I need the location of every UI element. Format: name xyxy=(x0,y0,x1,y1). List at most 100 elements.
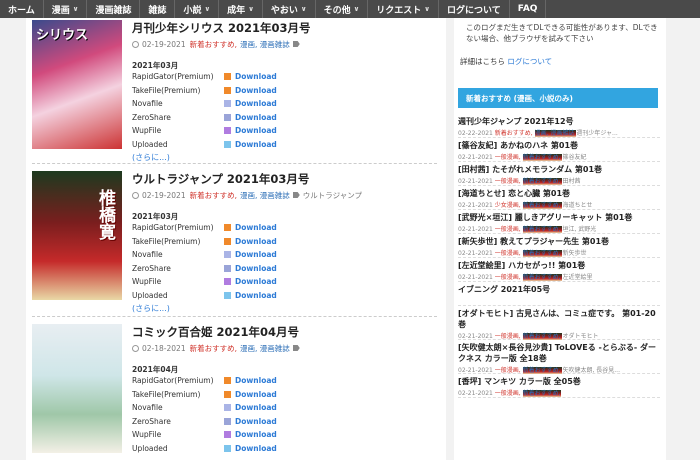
category-link[interactable]: 少女漫画, xyxy=(495,202,523,209)
post-cover-image[interactable]: シリウス xyxy=(32,20,122,149)
sidebar-list-item[interactable]: [新矢歩世] 教えてプラジャー先生 第01巻 02-21-2021 一般漫画, 新… xyxy=(458,234,660,258)
post-title[interactable]: ウルトラジャンプ 2021年03月号 xyxy=(132,171,442,187)
sidebar-list-item[interactable]: イブニング 2021年05号 xyxy=(458,282,660,306)
nav-item[interactable]: やおい ∨ xyxy=(263,0,316,18)
nav-item[interactable]: FAQ xyxy=(510,0,547,18)
download-icon xyxy=(224,377,231,385)
sidebar-item-date: 02-21-2021 xyxy=(458,274,495,281)
read-more-link[interactable]: (さらに...) xyxy=(132,303,442,314)
download-link[interactable]: Download xyxy=(235,250,277,259)
nav-item[interactable]: 小説 ∨ xyxy=(175,0,220,18)
tag-link[interactable]: 田村茜 xyxy=(562,178,580,185)
tag-link[interactable]: 矢吹健太朗, 長谷見... xyxy=(562,367,620,374)
sidebar-list-item[interactable]: [海道ちとせ] 恋と心臓 第01巻 02-21-2021 少女漫画, 新着おすすめ… xyxy=(458,186,660,210)
tag-link[interactable]: 垣江, 武野光 xyxy=(562,226,596,233)
nav-item[interactable]: 成年 ∨ xyxy=(219,0,263,18)
category-link[interactable]: 一般漫画, xyxy=(495,226,523,233)
category-link[interactable]: 新着おすすめ, xyxy=(522,390,561,397)
nav-item[interactable]: 漫画雑誌 xyxy=(87,0,141,18)
nav-item[interactable]: 漫画 ∨ xyxy=(44,0,88,18)
category-link[interactable]: 新着おすすめ, xyxy=(522,154,563,161)
post-cover-image[interactable]: 椎橋寛 xyxy=(32,171,122,300)
category-link[interactable]: 新着おすすめ, xyxy=(522,333,563,340)
tag-link[interactable]: 新矢歩世 xyxy=(562,250,586,257)
download-link[interactable]: Download xyxy=(235,277,277,286)
category-link[interactable]: 漫画, 漫画雑誌 xyxy=(240,343,290,354)
download-link[interactable]: Download xyxy=(235,86,277,95)
category-link[interactable]: 一般漫画, xyxy=(495,333,523,340)
sidebar-list-item[interactable]: [矢吹健太朗×長谷見沙貴] ToLOVEる -とらぶる- ダークネス カラー版 … xyxy=(458,340,660,374)
sidebar-list-item[interactable]: [武野光×垣江] 麗しきアグリーキャット 第01巻 02-21-2021 一般漫画… xyxy=(458,210,660,234)
category-link[interactable]: 新着おすすめ, xyxy=(522,274,563,281)
category-link[interactable]: 新着おすすめ, xyxy=(522,178,563,185)
sidebar-list-item[interactable]: [篠谷友紀] あかねのハネ 第01巻 02-21-2021 一般漫画, 新着おすす… xyxy=(458,138,660,162)
download-link[interactable]: Download xyxy=(235,72,277,81)
download-link[interactable]: Download xyxy=(235,264,277,273)
category-link[interactable]: 漫画, 漫画雑誌 xyxy=(240,190,290,201)
sidebar-item-title[interactable]: [海道ちとせ] 恋と心臓 第01巻 xyxy=(458,188,660,199)
nav-item[interactable]: その他 ∨ xyxy=(316,0,369,18)
sidebar-item-title[interactable]: [新矢歩世] 教えてプラジャー先生 第01巻 xyxy=(458,236,660,247)
sidebar-list-item[interactable]: [田村茜] たそがれメモランダム 第01巻 02-21-2021 一般漫画, 新着… xyxy=(458,162,660,186)
download-link[interactable]: Download xyxy=(235,291,277,300)
sidebar-list-item[interactable]: [香坪] マンキツ カラー版 全05巻 02-21-2021 一般漫画, 新着おす… xyxy=(458,374,660,398)
download-link[interactable]: Download xyxy=(235,223,277,232)
post-title[interactable]: 月刊少年シリウス 2021年03月号 xyxy=(132,20,442,36)
nav-item[interactable]: ログについて xyxy=(439,0,510,18)
sidebar-item-title[interactable]: 週刊少年ジャンプ 2021年12号 xyxy=(458,116,660,127)
nav-item[interactable]: リクエスト ∨ xyxy=(368,0,439,18)
download-link[interactable]: Download xyxy=(235,113,277,122)
nav-item[interactable]: ホーム xyxy=(0,0,44,18)
download-link[interactable]: Download xyxy=(235,237,277,246)
category-link[interactable]: 新着おすすめ, xyxy=(495,130,535,137)
tag-link[interactable]: オダトモヒト xyxy=(562,333,598,340)
download-link[interactable]: Download xyxy=(235,430,277,439)
category-link[interactable]: 一般漫画, xyxy=(495,367,523,374)
category-link[interactable]: 新着おすすめ, xyxy=(522,367,563,374)
post-cover-image[interactable] xyxy=(32,324,122,453)
sidebar-item-title[interactable]: [武野光×垣江] 麗しきアグリーキャット 第01巻 xyxy=(458,212,660,223)
category-link[interactable]: 新着おすすめ, xyxy=(522,202,563,209)
read-more-link[interactable]: (さらに...) xyxy=(132,152,442,163)
sidebar-item-title[interactable]: [オダトモヒト] 古見さんは、コミュ症です。 第01-20巻 xyxy=(458,308,660,330)
sidebar-item-title[interactable]: イブニング 2021年05号 xyxy=(458,284,660,295)
category-link[interactable]: 一般漫画, xyxy=(495,274,523,281)
download-link[interactable]: Download xyxy=(235,140,277,149)
category-link[interactable]: 一般漫画, xyxy=(495,390,523,397)
category-link[interactable]: 新着おすすめ, xyxy=(190,343,237,354)
category-link[interactable]: 一般漫画, xyxy=(495,178,523,185)
nav-item[interactable]: 雑誌 xyxy=(140,0,176,18)
sidebar-item-title[interactable]: [左近堂絵里] ハカセがっ!! 第01巻 xyxy=(458,260,660,271)
category-link[interactable]: 新着おすすめ, xyxy=(522,250,563,257)
sidebar-item-title[interactable]: [矢吹健太朗×長谷見沙貴] ToLOVEる -とらぶる- ダークネス カラー版 … xyxy=(458,342,660,364)
category-link[interactable]: 漫画, 漫画雑誌 xyxy=(240,39,290,50)
category-link[interactable]: 新着おすすめ, xyxy=(190,39,237,50)
about-log-link[interactable]: ログについて xyxy=(507,57,552,66)
category-link[interactable]: 一般漫画, xyxy=(495,250,523,257)
post-meta: 02-19-2021 新着おすすめ, 漫画, 漫画雑誌 xyxy=(132,38,442,50)
sidebar-item-title[interactable]: [篠谷友紀] あかねのハネ 第01巻 xyxy=(458,140,660,151)
category-link[interactable]: 新着おすすめ, xyxy=(190,190,237,201)
tag-link[interactable]: 篠谷友紀 xyxy=(562,154,586,161)
tag-link[interactable]: ウルトラジャンプ xyxy=(303,190,362,201)
download-link[interactable]: Download xyxy=(235,417,277,426)
category-link[interactable]: 漫画, 漫画雑誌 xyxy=(534,130,577,137)
download-icon xyxy=(224,224,231,232)
category-link[interactable]: 一般漫画, xyxy=(495,154,523,161)
post-title[interactable]: コミック百合姫 2021年04月号 xyxy=(132,324,442,340)
category-link[interactable]: 新着おすすめ, xyxy=(522,226,563,233)
download-link[interactable]: Download xyxy=(235,376,277,385)
tag-link[interactable]: 週刊少年ジャ... xyxy=(576,130,617,137)
sidebar-list-item[interactable]: [オダトモヒト] 古見さんは、コミュ症です。 第01-20巻 02-21-2021… xyxy=(458,306,660,340)
download-link[interactable]: Download xyxy=(235,126,277,135)
sidebar-item-title[interactable]: [香坪] マンキツ カラー版 全05巻 xyxy=(458,376,660,387)
download-link[interactable]: Download xyxy=(235,444,277,453)
sidebar-list-item[interactable]: 週刊少年ジャンプ 2021年12号 02-22-2021 新着おすすめ, 漫画, … xyxy=(458,114,660,138)
tag-link[interactable]: 左近堂絵里 xyxy=(562,274,592,281)
tag-link[interactable]: 海道ちとせ xyxy=(562,202,592,209)
download-link[interactable]: Download xyxy=(235,99,277,108)
sidebar-item-title[interactable]: [田村茜] たそがれメモランダム 第01巻 xyxy=(458,164,660,175)
download-link[interactable]: Download xyxy=(235,390,277,399)
sidebar-list-item[interactable]: [左近堂絵里] ハカセがっ!! 第01巻 02-21-2021 一般漫画, 新着お… xyxy=(458,258,660,282)
download-link[interactable]: Download xyxy=(235,403,277,412)
